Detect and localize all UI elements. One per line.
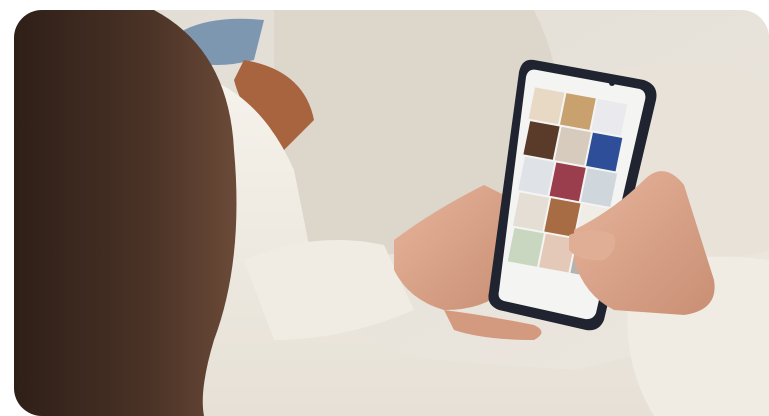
photo-card: [14, 10, 769, 416]
photo-illustration: [14, 10, 769, 416]
hair: [14, 10, 237, 416]
camera-notch: [609, 80, 615, 86]
